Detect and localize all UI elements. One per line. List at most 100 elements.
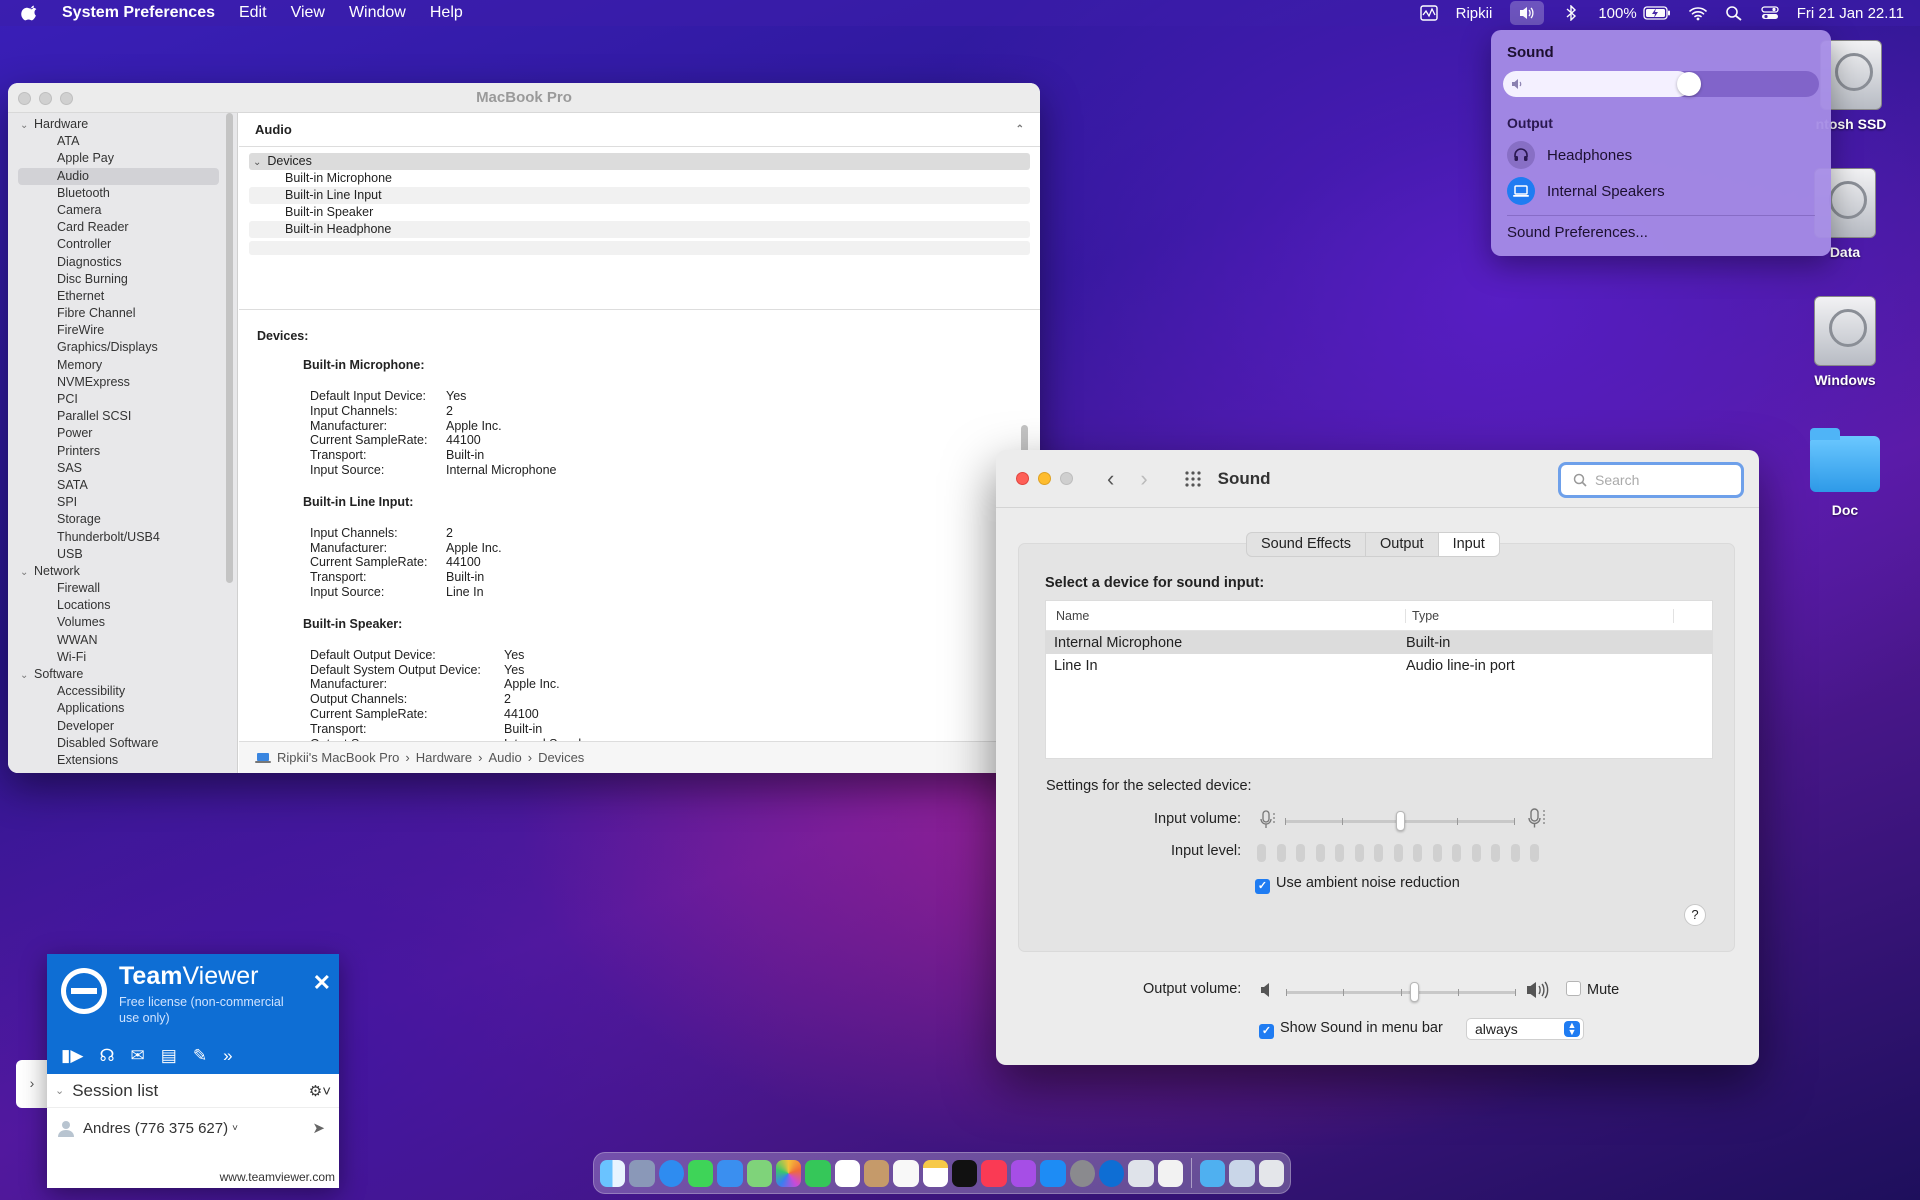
tree-row[interactable]: Built-in Speaker (249, 204, 1030, 221)
volume-slider[interactable] (1503, 71, 1819, 97)
preview-icon[interactable] (1157, 1159, 1183, 1187)
disclosure-chevron-icon[interactable]: ⌄ (20, 564, 34, 581)
system-information-icon[interactable] (1128, 1159, 1154, 1187)
session-list-header[interactable]: ⌄ Session list ⚙˅ (47, 1074, 339, 1108)
sidebar-item-wwan[interactable]: WWAN (8, 632, 237, 649)
sidebar-item-disabled-software[interactable]: Disabled Software (8, 735, 237, 752)
sidebar-item-extensions[interactable]: Extensions (8, 752, 237, 769)
breadcrumb-item[interactable]: Devices (538, 750, 584, 765)
sidebar-item-parallel-scsi[interactable]: Parallel SCSI (8, 408, 237, 425)
sidebar-item-sas[interactable]: SAS (8, 460, 237, 477)
menu-view[interactable]: View (291, 4, 325, 22)
mute-checkbox[interactable]: Mute (1566, 981, 1619, 998)
sidebar-item-thunderbolt-usb4[interactable]: Thunderbolt/USB4 (8, 529, 237, 546)
breadcrumb-item[interactable]: Hardware (416, 750, 472, 765)
disclosure-chevron-icon[interactable]: ⌄ (20, 667, 34, 684)
sound-preferences-link[interactable]: Sound Preferences... (1507, 224, 1819, 241)
sidebar-item-camera[interactable]: Camera (8, 202, 237, 219)
disclosure-chevron-icon[interactable]: ⌄ (253, 157, 261, 168)
calendar-icon[interactable] (834, 1159, 861, 1187)
window-toolbar[interactable]: ‹ › Sound Search (996, 450, 1759, 508)
clock[interactable]: Fri 21 Jan 22.11 (1797, 5, 1904, 22)
tab-sound-effects[interactable]: Sound Effects (1247, 533, 1367, 556)
sidebar-item-pci[interactable]: PCI (8, 391, 237, 408)
input-volume-slider[interactable] (1285, 811, 1515, 831)
screenshot-folder-icon[interactable] (1229, 1159, 1255, 1187)
headset-icon[interactable]: ☊ (99, 1046, 114, 1066)
finder-icon[interactable] (600, 1159, 626, 1187)
slider-knob[interactable] (1396, 811, 1405, 831)
facetime-icon[interactable] (805, 1159, 831, 1187)
session-contact[interactable]: Andres (776 375 627) ˅ ➤ (47, 1108, 339, 1148)
disclosure-chevron-icon[interactable]: ⌄ (20, 117, 34, 134)
apple-tv-icon[interactable] (952, 1159, 978, 1187)
table-row[interactable]: Internal Microphone Built-in (1046, 631, 1712, 654)
activity-monitor-icon[interactable] (1419, 5, 1438, 21)
output-volume-slider[interactable] (1286, 982, 1516, 1002)
menu-window[interactable]: Window (349, 4, 406, 22)
column-header-type[interactable]: Type (1406, 608, 1674, 623)
close-button[interactable] (1016, 472, 1029, 485)
sidebar-item-nvmexpress[interactable]: NVMExpress (8, 374, 237, 391)
tree-group-devices[interactable]: ⌄ Devices (249, 153, 1030, 170)
contacts-icon[interactable] (864, 1159, 890, 1187)
desktop-folder-doc[interactable]: Doc (1785, 428, 1905, 518)
app-menu[interactable]: System Preferences (62, 4, 215, 22)
output-headphones[interactable]: Headphones (1507, 137, 1819, 173)
sidebar-item-applications[interactable]: Applications (8, 700, 237, 717)
window-titlebar[interactable]: MacBook Pro (8, 83, 1040, 113)
sidebar-item-card-reader[interactable]: Card Reader (8, 219, 237, 236)
desktop-disk-windows[interactable]: Windows (1785, 296, 1905, 388)
sidebar-item-wi-fi[interactable]: Wi-Fi (8, 649, 237, 666)
sidebar-item-spi[interactable]: SPI (8, 494, 237, 511)
tab-input[interactable]: Input (1438, 533, 1499, 556)
chevron-down-icon[interactable]: ˅ (232, 1123, 238, 1134)
breadcrumb-item[interactable]: Ripkii's MacBook Pro (277, 750, 399, 765)
column-header-name[interactable]: Name (1046, 608, 1406, 623)
sidebar-item-graphics-displays[interactable]: Graphics/Displays (8, 339, 237, 356)
show-in-menubar-checkbox[interactable]: ✓ Show Sound in menu bar (1259, 1020, 1443, 1039)
sidebar-item-firewall[interactable]: Firewall (8, 580, 237, 597)
video-icon[interactable]: ▮▶ (61, 1046, 83, 1066)
volume-slider-knob[interactable] (1677, 72, 1701, 96)
menubar-visibility-select[interactable]: always ▲ ▼ (1466, 1018, 1584, 1040)
music-icon[interactable] (981, 1159, 1007, 1187)
maps-icon[interactable] (746, 1159, 773, 1187)
control-center-icon[interactable] (1761, 5, 1779, 21)
teamviewer-url[interactable]: www.teamviewer.com (220, 1170, 335, 1184)
sidebar-item-apple-pay[interactable]: Apple Pay (8, 150, 237, 167)
sidebar-item-storage[interactable]: Storage (8, 511, 237, 528)
messages-icon[interactable] (688, 1159, 714, 1187)
close-button[interactable] (18, 92, 31, 105)
sidebar-group-hardware[interactable]: ⌄ Hardware (8, 116, 237, 133)
noise-reduction-checkbox[interactable]: ✓ Use ambient noise reduction (1255, 875, 1460, 894)
launchpad-icon[interactable] (629, 1159, 655, 1187)
sidebar-item-usb[interactable]: USB (8, 546, 237, 563)
system-preferences-icon[interactable] (1069, 1159, 1095, 1187)
whiteboard-brush-icon[interactable]: ✎ (193, 1046, 207, 1066)
tree-row[interactable]: Built-in Headphone (249, 221, 1030, 238)
app-store-icon[interactable] (1040, 1159, 1066, 1187)
files-icon[interactable]: ▤ (161, 1046, 177, 1066)
mail-icon[interactable] (717, 1159, 743, 1187)
sidebar-item-printers[interactable]: Printers (8, 443, 237, 460)
sidebar-item-disc-burning[interactable]: Disc Burning (8, 271, 237, 288)
sidebar-item-diagnostics[interactable]: Diagnostics (8, 254, 237, 271)
show-all-grid-icon[interactable] (1184, 470, 1202, 488)
menu-edit[interactable]: Edit (239, 4, 267, 22)
table-row[interactable]: Line In Audio line-in port (1046, 654, 1712, 677)
gear-icon[interactable]: ⚙˅ (309, 1082, 331, 1100)
tree-row[interactable]: Built-in Line Input (249, 187, 1030, 204)
sidebar-item-memory[interactable]: Memory (8, 357, 237, 374)
output-internal-speakers[interactable]: Internal Speakers (1507, 173, 1819, 209)
sidebar-item-volumes[interactable]: Volumes (8, 614, 237, 631)
bluetooth-icon[interactable] (1562, 5, 1580, 21)
safari-icon[interactable] (658, 1159, 685, 1187)
minimize-button[interactable] (39, 92, 52, 105)
more-chevrons-icon[interactable]: » (223, 1046, 232, 1066)
remote-control-cursor-icon[interactable]: ➤ (312, 1119, 325, 1137)
minimize-button[interactable] (1038, 472, 1051, 485)
sidebar-item-fibre-channel[interactable]: Fibre Channel (8, 305, 237, 322)
notes-icon[interactable] (922, 1159, 949, 1187)
section-header[interactable]: Audio ⌃ (239, 113, 1040, 147)
